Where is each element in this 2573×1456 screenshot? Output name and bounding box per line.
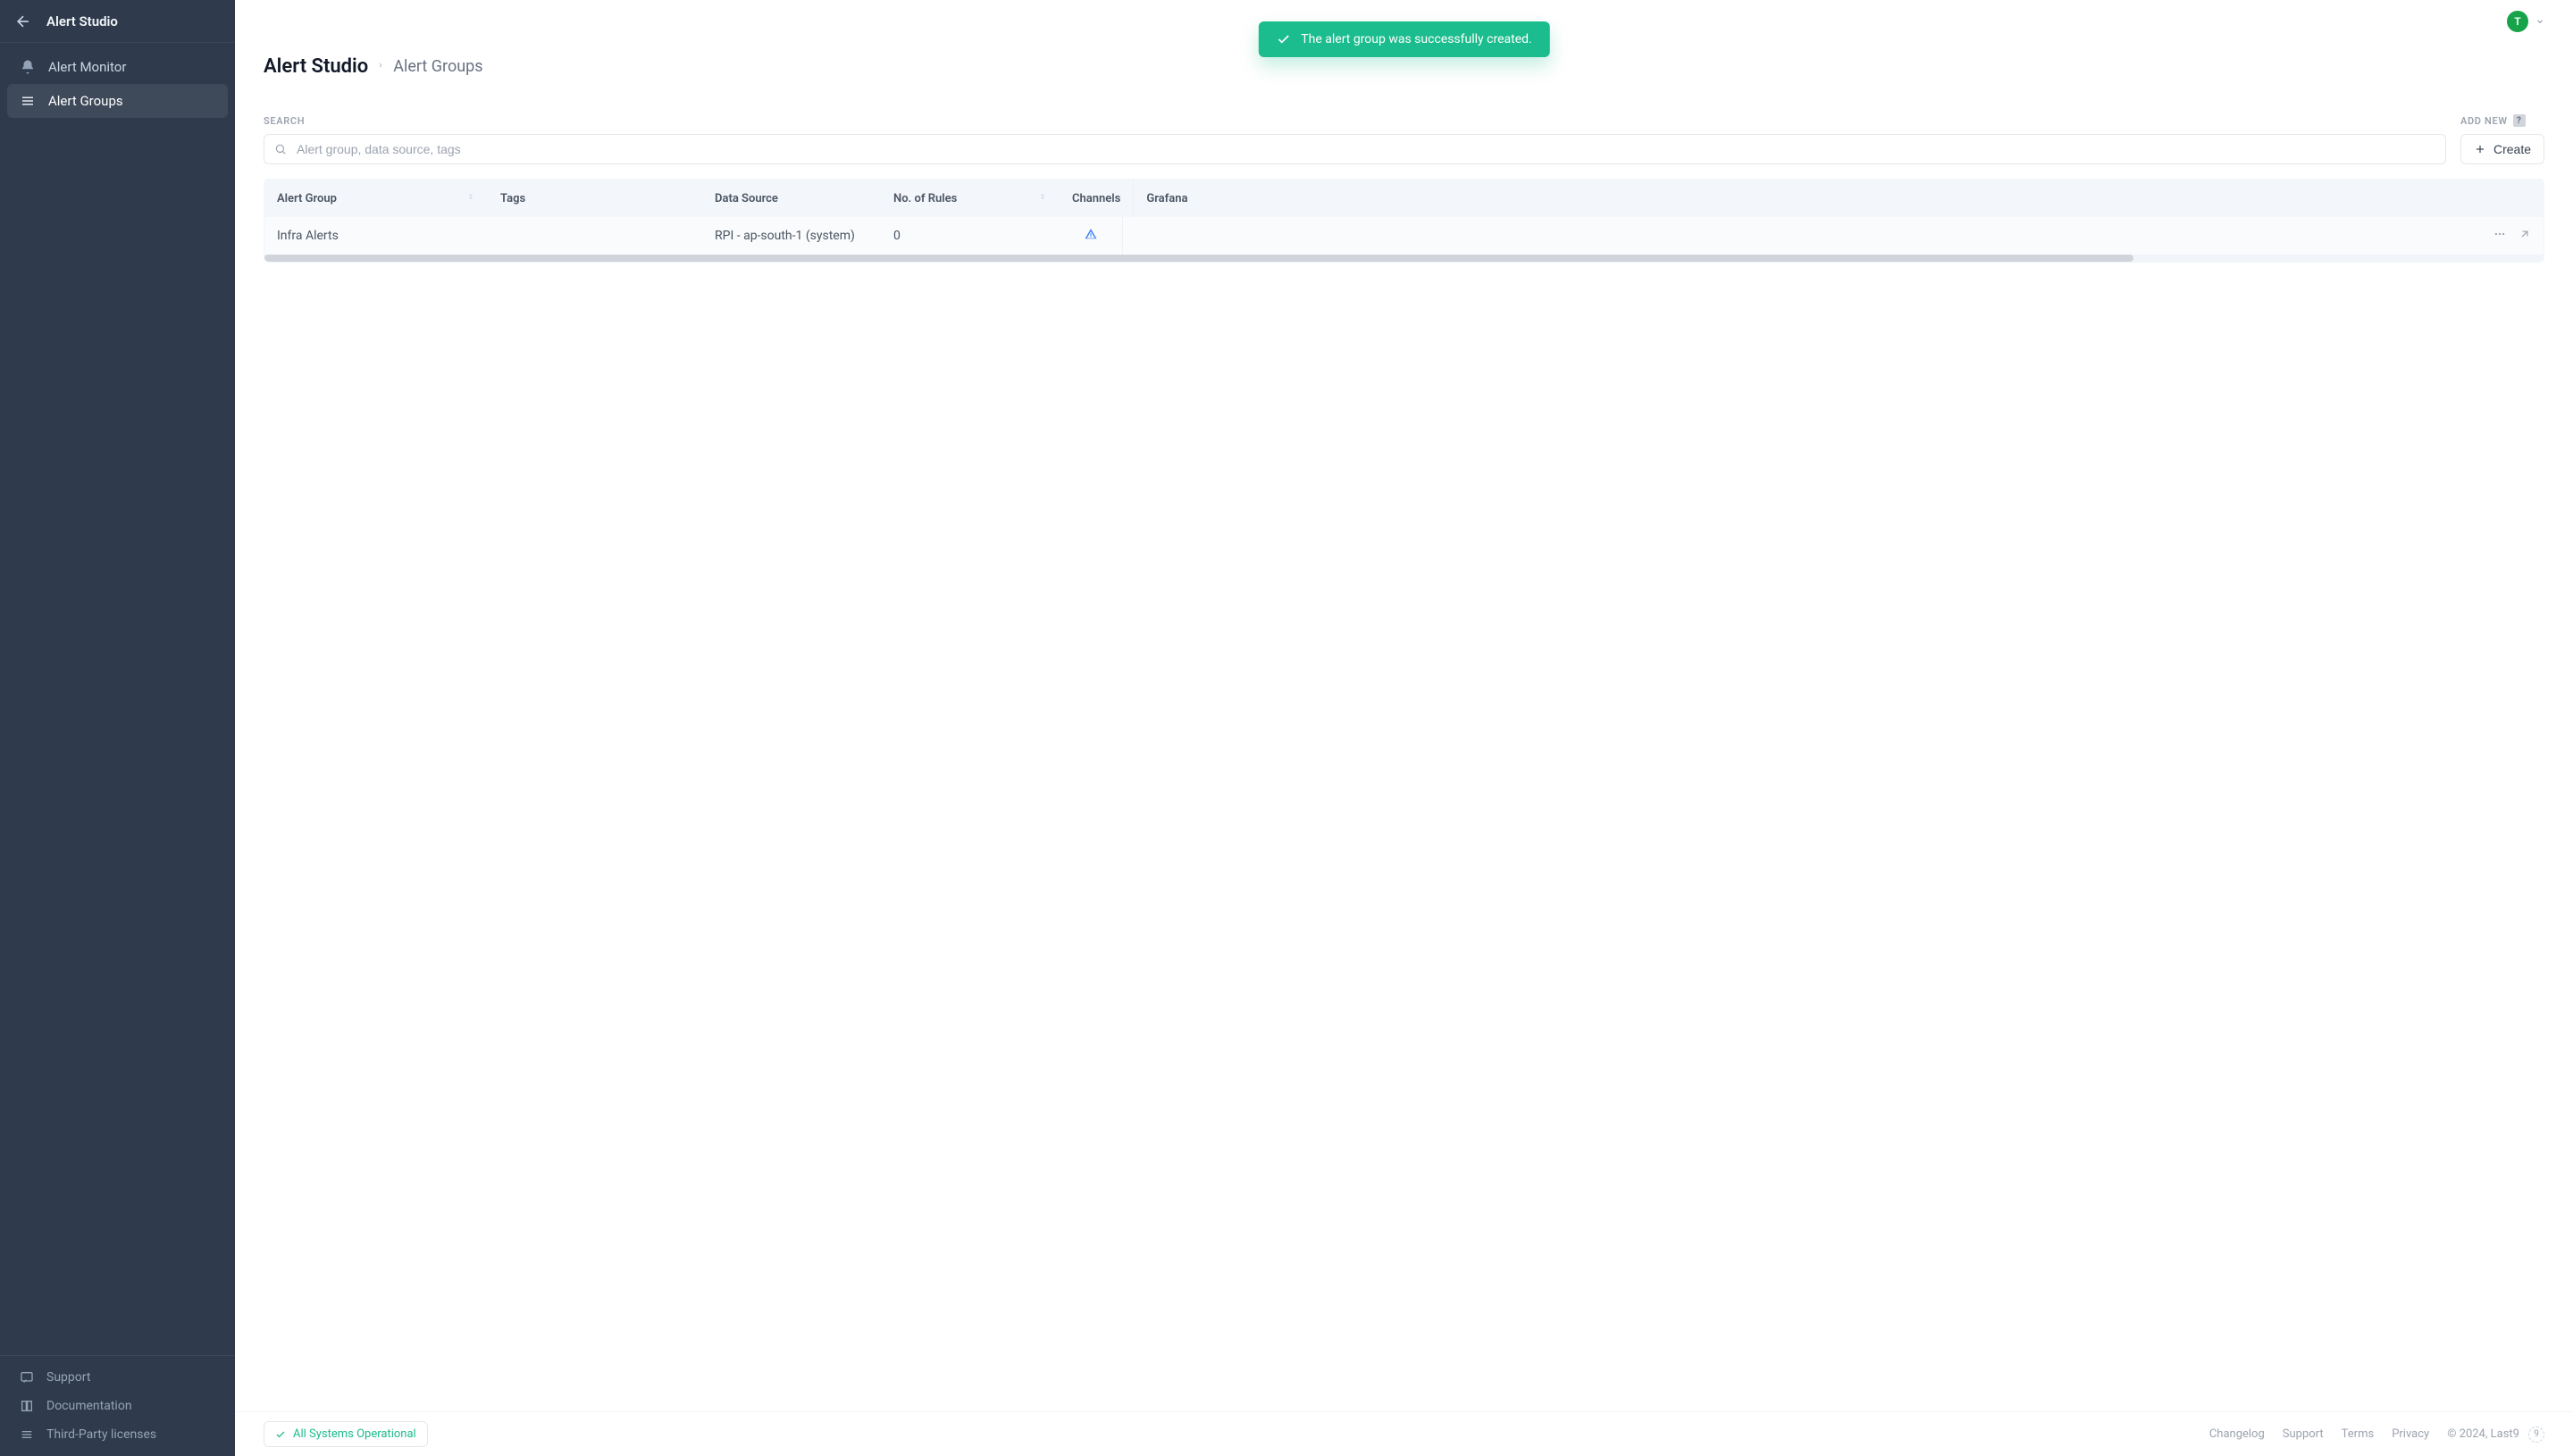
- user-menu[interactable]: T: [2507, 11, 2544, 32]
- th-label: Data Source: [715, 192, 778, 205]
- check-icon: [1276, 32, 1290, 46]
- list-icon: [20, 1427, 34, 1442]
- page-title: Alert Studio: [264, 55, 368, 78]
- book-icon: [20, 1399, 34, 1413]
- more-icon[interactable]: [2493, 228, 2506, 244]
- th-data-source[interactable]: Data Source: [702, 180, 881, 217]
- th-label: No. of Rules: [893, 192, 957, 205]
- td-grafana: [1122, 217, 2544, 255]
- add-new-label: ADD NEW ?: [2460, 114, 2544, 127]
- search-block: SEARCH: [264, 115, 2446, 164]
- status-text: All Systems Operational: [293, 1427, 416, 1441]
- td-tags: [488, 217, 702, 255]
- th-channels[interactable]: Channels: [1060, 180, 1133, 217]
- add-new-label-text: ADD NEW: [2460, 115, 2508, 127]
- bell-icon: [20, 59, 36, 75]
- back-arrow-icon[interactable]: [14, 13, 32, 30]
- sidebar-item-label: Alert Groups: [48, 93, 123, 109]
- sidebar-title: Alert Studio: [46, 13, 118, 29]
- sidebar-item-alert-groups[interactable]: Alert Groups: [7, 84, 228, 118]
- sidebar-footer: Support Documentation Third-Party licens…: [0, 1355, 235, 1456]
- sidebar-footer-support[interactable]: Support: [7, 1363, 228, 1392]
- search-wrap: [264, 134, 2446, 164]
- th-label: Tags: [500, 192, 525, 205]
- th-grafana[interactable]: Grafana: [1133, 180, 2544, 217]
- brand-badge-icon: 9: [2528, 1427, 2544, 1443]
- toolbar: SEARCH ADD NEW ? Create: [264, 114, 2544, 164]
- sidebar-header: Alert Studio: [0, 0, 235, 43]
- copyright: © 2024, Last9 9: [2447, 1427, 2544, 1443]
- copyright-text: © 2024, Last9: [2447, 1427, 2519, 1441]
- status-pill[interactable]: All Systems Operational: [264, 1421, 428, 1447]
- table-row[interactable]: Infra Alerts RPI - ap-south-1 (system) 0: [264, 217, 2544, 255]
- content: SEARCH ADD NEW ? Create A: [235, 96, 2573, 1411]
- main: The alert group was successfully created…: [235, 0, 2573, 1456]
- sidebar-footer-label: Support: [46, 1370, 90, 1385]
- toast-message: The alert group was successfully created…: [1301, 32, 1531, 46]
- footer-links: Changelog Support Terms Privacy © 2024, …: [2209, 1427, 2544, 1443]
- alert-groups-table: Alert Group Tags Data Source No. of Rule…: [264, 179, 2544, 263]
- help-icon[interactable]: ?: [2513, 114, 2526, 127]
- warning-icon[interactable]: [1085, 228, 1097, 244]
- breadcrumb-separator: [377, 60, 384, 73]
- list-icon: [20, 93, 36, 109]
- sidebar-footer-licenses[interactable]: Third-Party licenses: [7, 1420, 228, 1449]
- create-button[interactable]: Create: [2460, 134, 2544, 164]
- add-new-block: ADD NEW ? Create: [2460, 114, 2544, 164]
- sidebar-footer-label: Documentation: [46, 1399, 132, 1413]
- search-input[interactable]: [264, 134, 2446, 164]
- sidebar-footer-label: Third-Party licenses: [46, 1427, 156, 1442]
- td-rules: 0: [881, 217, 1060, 255]
- external-link-icon[interactable]: [2519, 228, 2531, 244]
- footer-link-changelog[interactable]: Changelog: [2209, 1427, 2265, 1441]
- sidebar: Alert Studio Alert Monitor Alert Groups …: [0, 0, 235, 1456]
- avatar: T: [2507, 11, 2528, 32]
- sidebar-footer-docs[interactable]: Documentation: [7, 1392, 228, 1420]
- create-button-label: Create: [2493, 142, 2531, 156]
- success-toast: The alert group was successfully created…: [1258, 21, 1549, 57]
- th-label: Channels: [1072, 192, 1120, 205]
- table-body: Infra Alerts RPI - ap-south-1 (system) 0: [264, 217, 2544, 262]
- bottombar: All Systems Operational Changelog Suppor…: [235, 1411, 2573, 1456]
- sidebar-item-alert-monitor[interactable]: Alert Monitor: [7, 50, 228, 84]
- footer-link-terms[interactable]: Terms: [2342, 1427, 2375, 1441]
- footer-link-privacy[interactable]: Privacy: [2392, 1427, 2429, 1441]
- search-icon: [274, 143, 287, 155]
- table-header: Alert Group Tags Data Source No. of Rule…: [264, 180, 2544, 217]
- row-actions: [2493, 228, 2531, 244]
- chevron-down-icon: [2535, 17, 2544, 26]
- td-group: Infra Alerts: [264, 217, 488, 255]
- scrollbar-thumb[interactable]: [264, 255, 2133, 262]
- sidebar-item-label: Alert Monitor: [48, 59, 126, 75]
- horizontal-scrollbar[interactable]: [264, 255, 2544, 262]
- th-label: Alert Group: [277, 192, 337, 205]
- th-label: Grafana: [1146, 192, 1187, 205]
- td-channels: [1060, 217, 1122, 255]
- td-data-source: RPI - ap-south-1 (system): [702, 217, 881, 255]
- th-alert-group[interactable]: Alert Group: [264, 180, 488, 217]
- footer-link-support[interactable]: Support: [2283, 1427, 2324, 1441]
- breadcrumb-current: Alert Groups: [393, 57, 482, 76]
- search-label: SEARCH: [264, 115, 2446, 127]
- th-tags[interactable]: Tags: [488, 180, 702, 217]
- sort-icon: [1038, 190, 1047, 206]
- chat-icon: [20, 1370, 34, 1385]
- check-icon: [275, 1429, 286, 1440]
- sidebar-nav: Alert Monitor Alert Groups: [0, 43, 235, 1355]
- plus-icon: [2474, 143, 2486, 155]
- th-rules[interactable]: No. of Rules: [881, 180, 1060, 217]
- sort-icon: [466, 190, 475, 206]
